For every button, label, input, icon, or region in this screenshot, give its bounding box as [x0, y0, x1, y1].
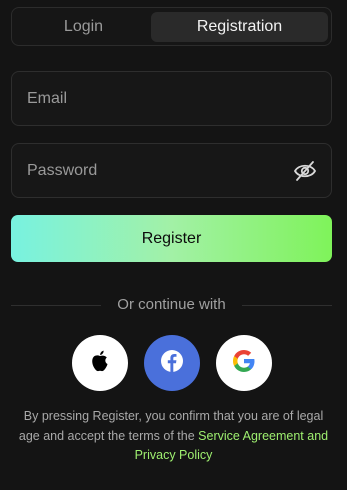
- auth-tabs: Login Registration: [11, 7, 332, 46]
- tab-registration[interactable]: Registration: [151, 12, 328, 42]
- password-field-container: [11, 143, 332, 198]
- email-field-container: [11, 71, 332, 126]
- facebook-icon: [160, 349, 184, 378]
- apple-icon: [89, 349, 111, 378]
- password-field[interactable]: [12, 144, 331, 197]
- google-login-button[interactable]: [216, 335, 272, 391]
- google-icon: [232, 349, 256, 378]
- apple-login-button[interactable]: [72, 335, 128, 391]
- facebook-login-button[interactable]: [144, 335, 200, 391]
- legal-notice: By pressing Register, you confirm that y…: [18, 407, 329, 466]
- eye-off-icon[interactable]: [293, 160, 317, 182]
- tab-login[interactable]: Login: [16, 12, 151, 42]
- register-button[interactable]: Register: [11, 215, 332, 262]
- continue-divider: Or continue with: [11, 294, 332, 316]
- divider-line-right: [242, 305, 332, 306]
- email-field[interactable]: [12, 72, 331, 125]
